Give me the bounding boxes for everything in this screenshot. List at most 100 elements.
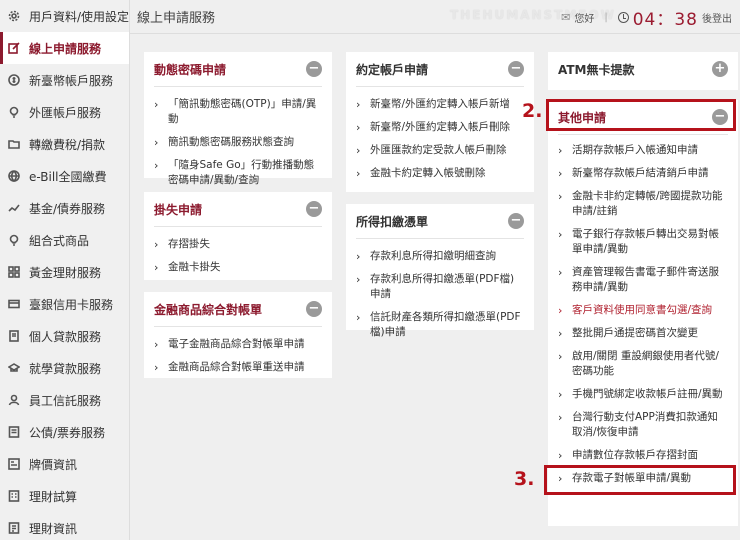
link-label: 新臺幣/外匯約定轉入帳戶刪除 xyxy=(370,121,511,133)
chevron-right-icon: › xyxy=(154,136,159,149)
card-statement-header[interactable]: 金融商品綜合對帳單 − xyxy=(144,292,332,326)
chevron-right-icon: › xyxy=(558,411,563,424)
collapse-icon[interactable]: − xyxy=(508,213,524,229)
sidebar-item[interactable]: 理財資訊 xyxy=(0,512,129,540)
sidebar-item-label: 黃金理財服務 xyxy=(29,265,102,280)
link-label: 新臺幣存款帳戶結清銷戶申請 xyxy=(572,167,709,179)
link-label: 外匯匯款約定受款人帳戶刪除 xyxy=(370,144,507,156)
sidebar-item[interactable]: 黃金理財服務 xyxy=(0,256,129,288)
link-item[interactable]: › 金融卡掛失 xyxy=(154,256,322,279)
card-tax: 所得扣繳憑單 − › 存款利息所得扣繳明細查詢 › 存款利息所得扣繳憑單(PDF檔)申… xyxy=(346,204,534,338)
link-label: 資產管理報告書電子郵件寄送服務申請/異動 xyxy=(572,266,719,293)
sidebar-item-label: 牌價資訊 xyxy=(29,457,78,472)
card-agreed-list: › 新臺幣/外匯約定轉入帳戶新增 › 新臺幣/外匯約定轉入帳戶刪除 › 外匯匯款約定受款人… xyxy=(346,87,534,191)
link-label: 金融卡掛失 xyxy=(168,261,221,273)
link-item[interactable]: › 信託財產各類所得扣繳憑單(PDF檔)申請 xyxy=(356,306,524,344)
link-item[interactable]: › 存款利息所得扣繳明細查詢 xyxy=(356,245,524,268)
sidebar-item[interactable]: 員工信託服務 xyxy=(0,384,129,416)
link-item[interactable]: › 存摺掛失 xyxy=(154,233,322,256)
sidebar-item[interactable]: 線上申請服務 xyxy=(0,32,129,64)
highlight-box-other-header xyxy=(546,99,736,131)
link-item[interactable]: › 「隨身Safe Go」行動推播動態密碼申請/異動/查詢 xyxy=(154,154,322,192)
collapse-icon[interactable]: − xyxy=(306,301,322,317)
link-item[interactable]: › 電子金融商品綜合對帳單申請 xyxy=(154,333,322,356)
card-lost-title: 掛失申請 xyxy=(154,202,203,217)
card-otp-header[interactable]: 動態密碼申請 − xyxy=(144,52,332,86)
sidebar-item-label: 理財試算 xyxy=(29,489,78,504)
link-label: 新臺幣/外匯約定轉入帳戶新增 xyxy=(370,98,511,110)
chevron-right-icon: › xyxy=(558,449,563,462)
link-item[interactable]: › 簡訊動態密碼服務狀態查詢 xyxy=(154,131,322,154)
card-tax-title: 所得扣繳憑單 xyxy=(356,214,429,229)
info-icon xyxy=(6,520,22,536)
sidebar-item[interactable]: 外匯帳戶服務 xyxy=(0,96,129,128)
link-item[interactable]: › 整批開戶通提密碼首次變更 xyxy=(558,322,728,345)
sidebar-item-label: 個人貸款服務 xyxy=(29,329,102,344)
sidebar-item-label: 臺銀信用卡服務 xyxy=(29,297,114,312)
link-item[interactable]: › 申請數位存款帳戶存摺封面 xyxy=(558,444,728,467)
chevron-right-icon: › xyxy=(558,167,563,180)
sidebar-item-label: 基金/債券服務 xyxy=(29,201,106,216)
link-item[interactable]: › 啟用/關閉 重設網銀使用者代號/密碼功能 xyxy=(558,345,728,383)
board-icon xyxy=(6,456,22,472)
chevron-right-icon: › xyxy=(154,361,159,374)
sidebar-item[interactable]: 臺銀信用卡服務 xyxy=(0,288,129,320)
collapse-icon[interactable]: − xyxy=(306,61,322,77)
link-item[interactable]: › 「簡訊動態密碼(OTP)」申請/異動 xyxy=(154,93,322,131)
card-lost-header[interactable]: 掛失申請 − xyxy=(144,192,332,226)
expand-icon[interactable]: + xyxy=(712,61,728,77)
sidebar-item-label: 新臺幣帳戶服務 xyxy=(29,73,114,88)
clock-icon xyxy=(617,11,629,23)
link-item[interactable]: › 存款利息所得扣繳憑單(PDF檔)申請 xyxy=(356,268,524,306)
chevron-right-icon: › xyxy=(356,144,361,157)
link-item[interactable]: › 金融卡非約定轉帳/跨國提款功能申請/註銷 xyxy=(558,185,728,223)
highlight-box-cover-application xyxy=(544,465,736,495)
sidebar-item[interactable]: 基金/債券服務 xyxy=(0,192,129,224)
page-title: 線上申請服務 xyxy=(137,11,216,26)
sidebar-item[interactable]: 轉繳費稅/捐款 xyxy=(0,128,129,160)
sidebar-item-label: 公債/票券服務 xyxy=(29,425,106,440)
sidebar-item[interactable]: 理財試算 xyxy=(0,480,129,512)
sidebar-item[interactable]: 就學貸款服務 xyxy=(0,352,129,384)
sidebar-item[interactable]: 用戶資料/使用設定 xyxy=(0,0,129,32)
card-agreed-header[interactable]: 約定帳戶申請 − xyxy=(346,52,534,86)
link-label: 金融卡約定轉入帳號刪除 xyxy=(370,167,486,179)
card-tax-header[interactable]: 所得扣繳憑單 − xyxy=(346,204,534,238)
link-item[interactable]: › 客戶資料使用同意書勾選/查詢 xyxy=(558,299,728,322)
link-item[interactable]: › 台灣行動支付APP消費扣款通知取消/恢復申請 xyxy=(558,406,728,444)
cap-icon xyxy=(6,360,22,376)
sidebar-item[interactable]: e-Bill全國繳費 xyxy=(0,160,129,192)
link-item[interactable]: › 外匯匯款約定受款人帳戶刪除 xyxy=(356,139,524,162)
link-item[interactable]: › 金融卡約定轉入帳號刪除 xyxy=(356,162,524,185)
card-otp-title: 動態密碼申請 xyxy=(154,62,227,77)
sidebar-item[interactable]: 公債/票券服務 xyxy=(0,416,129,448)
chevron-right-icon: › xyxy=(558,266,563,279)
folder-icon xyxy=(6,136,22,152)
collapse-icon[interactable]: − xyxy=(306,201,322,217)
link-item[interactable]: › 新臺幣存款帳戶結清銷戶申請 xyxy=(558,162,728,185)
link-item[interactable]: › 新臺幣/外匯約定轉入帳戶新增 xyxy=(356,93,524,116)
chevron-right-icon: › xyxy=(558,350,563,363)
sidebar-item[interactable]: 新臺幣帳戶服務 xyxy=(0,64,129,96)
link-item[interactable]: › 手機門號綁定收款帳戶註冊/異動 xyxy=(558,383,728,406)
collapse-icon[interactable]: − xyxy=(508,61,524,77)
card-other-list: › 活期存款帳戶入帳通知申請 › 新臺幣存款帳戶結清銷戶申請 › 金融卡非約定轉帳/跨國提… xyxy=(548,135,738,496)
link-item[interactable]: › 金融商品綜合對帳單重送申請 xyxy=(154,356,322,379)
card-atm-header[interactable]: ATM無卡提款 + xyxy=(548,52,738,86)
sidebar-item-label: e-Bill全國繳費 xyxy=(29,169,107,184)
link-item[interactable]: › 活期存款帳戶入帳通知申請 xyxy=(558,139,728,162)
person-icon xyxy=(6,392,22,408)
sidebar-item-label: 線上申請服務 xyxy=(29,41,102,56)
sidebar-item[interactable]: 組合式商品 xyxy=(0,224,129,256)
link-item[interactable]: › 新臺幣/外匯約定轉入帳戶刪除 xyxy=(356,116,524,139)
sidebar-item[interactable]: 個人貸款服務 xyxy=(0,320,129,352)
chevron-right-icon: › xyxy=(154,238,159,251)
sidebar-item-label: 就學貸款服務 xyxy=(29,361,102,376)
doc-icon xyxy=(6,328,22,344)
link-item[interactable]: › 資產管理報告書電子郵件寄送服務申請/異動 xyxy=(558,261,728,299)
sidebar-item[interactable]: 牌價資訊 xyxy=(0,448,129,480)
sidebar-item-label: 員工信託服務 xyxy=(29,393,102,408)
gear-icon xyxy=(6,8,22,24)
link-item[interactable]: › 電子銀行存款帳戶轉出交易對帳單申請/異動 xyxy=(558,223,728,261)
chevron-right-icon: › xyxy=(558,190,563,203)
